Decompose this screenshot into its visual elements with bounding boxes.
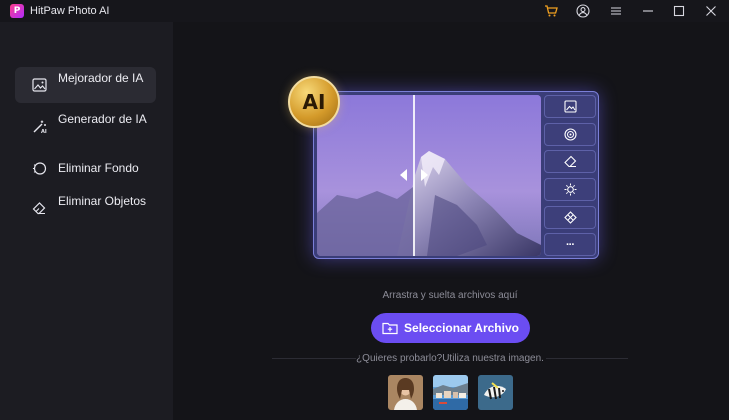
compare-handle-right-icon[interactable] [420, 168, 430, 182]
image-icon[interactable] [544, 95, 596, 118]
drop-hint: Arrastra y suelta archivos aquí [382, 290, 518, 301]
brightness-icon[interactable] [544, 178, 596, 201]
eraser-icon [31, 200, 47, 216]
sidebar: Mejorador de IA AI Generador de IA Elimi… [0, 22, 173, 420]
more-icon: ··· [566, 238, 575, 251]
app-title: HitPaw Photo AI [30, 5, 110, 17]
sample-portrait[interactable] [388, 375, 423, 410]
sidebar-item-label: Generador de IA [58, 112, 147, 126]
sidebar-item-eliminar-fondo[interactable]: Eliminar Fondo [15, 156, 156, 180]
divider-right [546, 358, 628, 359]
svg-text:AI: AI [41, 129, 47, 134]
compare-divider[interactable] [413, 95, 415, 256]
sidebar-item-eliminar-objetos[interactable]: Eliminar Objetos [15, 190, 156, 226]
sample-fish[interactable] [478, 375, 513, 410]
sidebar-item-generador-ia[interactable]: AI Generador de IA [15, 108, 156, 144]
minimize-icon[interactable] [640, 3, 656, 19]
select-file-button[interactable]: Seleccionar Archivo [371, 313, 530, 343]
sample-coast-town[interactable] [433, 375, 468, 410]
sidebar-item-label: Eliminar Objetos [58, 194, 147, 208]
more-button[interactable]: ··· [544, 233, 596, 256]
sidebar-item-label: Mejorador de IA [58, 71, 144, 85]
app-logo: P [10, 4, 24, 18]
maximize-icon[interactable] [671, 3, 687, 19]
ai-badge: AI [288, 76, 340, 128]
compare-handle-left-icon[interactable] [398, 168, 408, 182]
title-bar: P HitPaw Photo AI [0, 0, 729, 22]
magic-wand-icon: AI [31, 118, 47, 134]
cart-icon[interactable] [543, 3, 559, 19]
select-file-label: Seleccionar Archivo [404, 321, 519, 335]
menu-icon[interactable] [608, 3, 624, 19]
sidebar-item-label: Eliminar Fondo [58, 161, 139, 175]
eraser-tool-icon[interactable] [544, 150, 596, 173]
tool-panel: ··· [542, 95, 596, 256]
sidebar-item-mejorador-ia[interactable]: Mejorador de IA [15, 67, 156, 103]
add-folder-icon [382, 321, 398, 335]
remove-background-icon [31, 160, 47, 176]
account-icon[interactable] [575, 3, 591, 19]
close-icon[interactable] [703, 3, 719, 19]
restore-icon[interactable] [544, 206, 596, 229]
image-enhance-icon [31, 77, 47, 93]
circle-pattern-icon[interactable] [544, 123, 596, 146]
preview-image [317, 95, 541, 256]
divider-left [272, 358, 356, 359]
try-sample-text: ¿Quieres probarlo?Utiliza nuestra imagen… [356, 353, 544, 364]
